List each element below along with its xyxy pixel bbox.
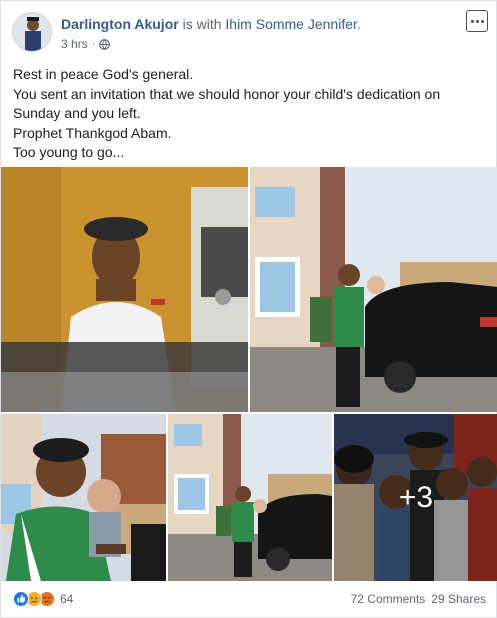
post-line: You sent an invitation that we should ho… — [13, 85, 441, 122]
post-photo-4[interactable] — [168, 414, 332, 581]
author-name-link[interactable]: Darlington Akujor — [61, 16, 179, 32]
post-footer: 64 72 Comments 29 Shares — [1, 581, 497, 618]
post-line: Prophet Thankgod Abam. — [13, 124, 172, 141]
post-stats: 72 Comments 29 Shares — [351, 592, 486, 606]
post-photo-3[interactable] — [1, 414, 166, 581]
reaction-count: 64 — [60, 592, 74, 606]
with-text: is with — [178, 16, 226, 32]
globe-icon[interactable] — [99, 38, 110, 50]
tagged-person-link[interactable]: Ihim Somme Jennifer — [225, 16, 357, 32]
post-body: Rest in peace God's general. You sent an… — [13, 65, 483, 163]
post-photo-1[interactable] — [1, 167, 248, 412]
comments-count-link[interactable]: 72 Comments — [351, 592, 426, 606]
shares-count-link[interactable]: 29 Shares — [431, 592, 486, 606]
post-photo-5[interactable]: +3 — [334, 414, 497, 581]
post-meta: 3 hrs · — [61, 37, 110, 51]
post-timestamp[interactable]: 3 hrs — [61, 37, 88, 51]
header-period: . — [356, 16, 361, 32]
post-header: Darlington Akujor is with Ihim Somme Jen… — [61, 16, 361, 32]
like-icon — [13, 591, 29, 607]
more-options-icon[interactable] — [466, 10, 488, 32]
author-avatar[interactable] — [12, 12, 52, 52]
post-photo-2[interactable] — [250, 167, 497, 412]
more-photos-count[interactable]: +3 — [334, 414, 497, 581]
reactions-summary[interactable]: 64 — [13, 591, 73, 607]
post-line: Rest in peace God's general. — [13, 66, 194, 82]
meta-separator: · — [91, 38, 96, 50]
feed-post: Darlington Akujor is with Ihim Somme Jen… — [0, 0, 497, 618]
post-line: Too young to go... — [13, 144, 125, 160]
